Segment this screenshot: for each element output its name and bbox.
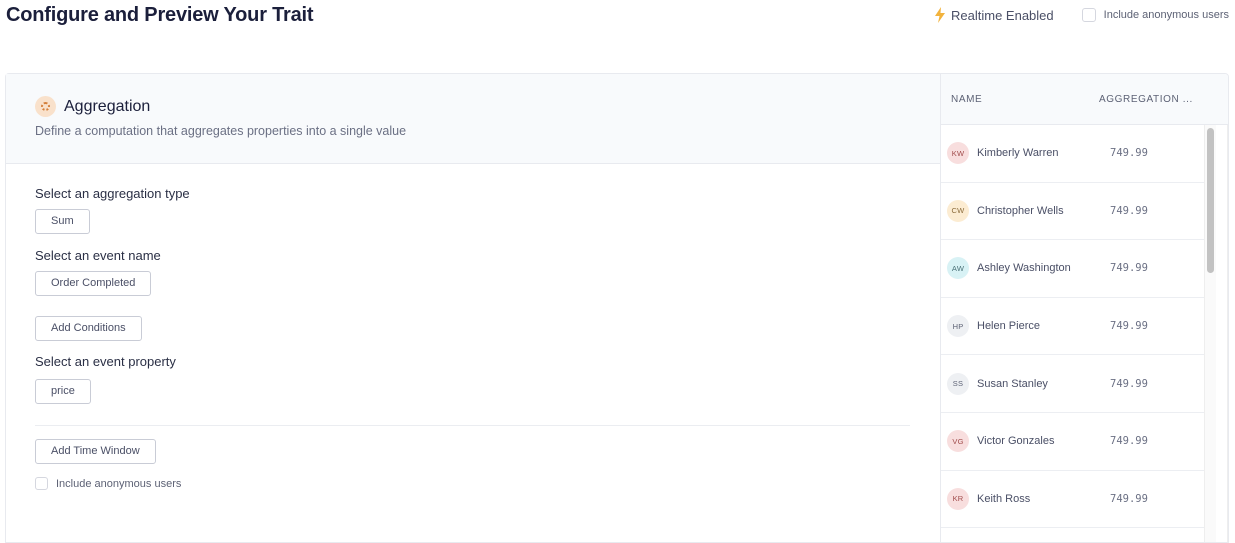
- page-title: Configure and Preview Your Trait: [6, 4, 314, 26]
- preview-rows: KW Kimberly Warren 749.99 CW Christopher Wel…: [941, 125, 1213, 529]
- row-name: Ashley Washington: [977, 262, 1071, 275]
- card-body: Select an aggregation type Sum Select an…: [6, 164, 940, 490]
- scrollbar[interactable]: [1204, 125, 1216, 542]
- row-aggregation-value: 749.99: [1110, 492, 1148, 505]
- include-anonymous-checkbox-top[interactable]: [1081, 8, 1096, 22]
- avatar: KW: [947, 142, 969, 165]
- include-anonymous-label-top: Include anonymous users: [1103, 9, 1229, 21]
- table-row[interactable]: KW Kimberly Warren 749.99: [941, 125, 1213, 183]
- column-header-name[interactable]: NAME: [941, 94, 1099, 105]
- aggregation-icon: [35, 96, 56, 117]
- include-anonymous-checkbox[interactable]: [35, 477, 48, 490]
- event-property-select[interactable]: price: [35, 379, 91, 404]
- table-edge: [1227, 125, 1228, 542]
- avatar: CW: [947, 199, 969, 222]
- avatar: HP: [947, 315, 969, 338]
- row-aggregation-value: 749.99: [1110, 204, 1148, 217]
- add-time-window-button[interactable]: Add Time Window: [35, 439, 156, 464]
- add-conditions-button[interactable]: Add Conditions: [35, 316, 142, 341]
- row-aggregation-value: 749.99: [1110, 320, 1148, 333]
- table-row[interactable]: KR Keith Ross 749.99: [941, 471, 1213, 529]
- event-name-label: Select an event name: [35, 248, 161, 263]
- table-row[interactable]: AW Ashley Washington 749.99: [941, 240, 1213, 298]
- card-header: Aggregation Define a computation that ag…: [6, 74, 940, 164]
- table-row[interactable]: SS Susan Stanley 749.99: [941, 355, 1213, 413]
- aggregation-type-label: Select an aggregation type: [35, 186, 190, 201]
- preview-table-header: NAME AGGREGATION ...: [941, 74, 1228, 125]
- header-controls: Realtime Enabled Include anonymous users: [935, 7, 1229, 23]
- avatar: KR: [947, 487, 969, 510]
- aggregation-config-card: Aggregation Define a computation that ag…: [5, 73, 940, 543]
- include-anonymous-toggle-top[interactable]: Include anonymous users: [1081, 8, 1229, 22]
- table-row[interactable]: VG Victor Gonzales 749.99: [941, 413, 1213, 471]
- preview-table: NAME AGGREGATION ... KW Kimberly Warren 74…: [940, 73, 1229, 543]
- scrollbar-thumb[interactable]: [1207, 128, 1214, 273]
- column-header-aggregation[interactable]: AGGREGATION ...: [1099, 94, 1228, 105]
- section-subtitle: Define a computation that aggregates pro…: [35, 124, 407, 138]
- section-divider: [35, 425, 910, 426]
- table-row[interactable]: CW Christopher Wells 749.99: [941, 183, 1213, 241]
- event-name-select[interactable]: Order Completed: [35, 271, 152, 296]
- row-aggregation-value: 749.99: [1110, 147, 1148, 160]
- row-name: Keith Ross: [977, 492, 1031, 505]
- realtime-label: Realtime Enabled: [951, 7, 1054, 23]
- row-name: Victor Gonzales: [977, 435, 1055, 448]
- avatar: AW: [947, 257, 969, 280]
- row-name: Christopher Wells: [977, 204, 1064, 217]
- row-name: Susan Stanley: [977, 377, 1048, 390]
- aggregation-type-select[interactable]: Sum: [35, 209, 90, 234]
- avatar: SS: [947, 372, 969, 395]
- realtime-status: Realtime Enabled: [935, 7, 1054, 23]
- row-aggregation-value: 749.99: [1110, 435, 1148, 448]
- row-name: Kimberly Warren: [977, 147, 1059, 160]
- lightning-bolt-icon: [935, 7, 946, 23]
- row-name: Helen Pierce: [977, 320, 1040, 333]
- include-anonymous-toggle[interactable]: Include anonymous users: [35, 477, 911, 490]
- avatar: VG: [947, 430, 969, 453]
- event-property-label: Select an event property: [35, 354, 176, 369]
- section-title: Aggregation: [64, 97, 151, 115]
- include-anonymous-label: Include anonymous users: [56, 477, 182, 490]
- table-row[interactable]: HP Helen Pierce 749.99: [941, 298, 1213, 356]
- row-aggregation-value: 749.99: [1110, 377, 1148, 390]
- row-aggregation-value: 749.99: [1110, 262, 1148, 275]
